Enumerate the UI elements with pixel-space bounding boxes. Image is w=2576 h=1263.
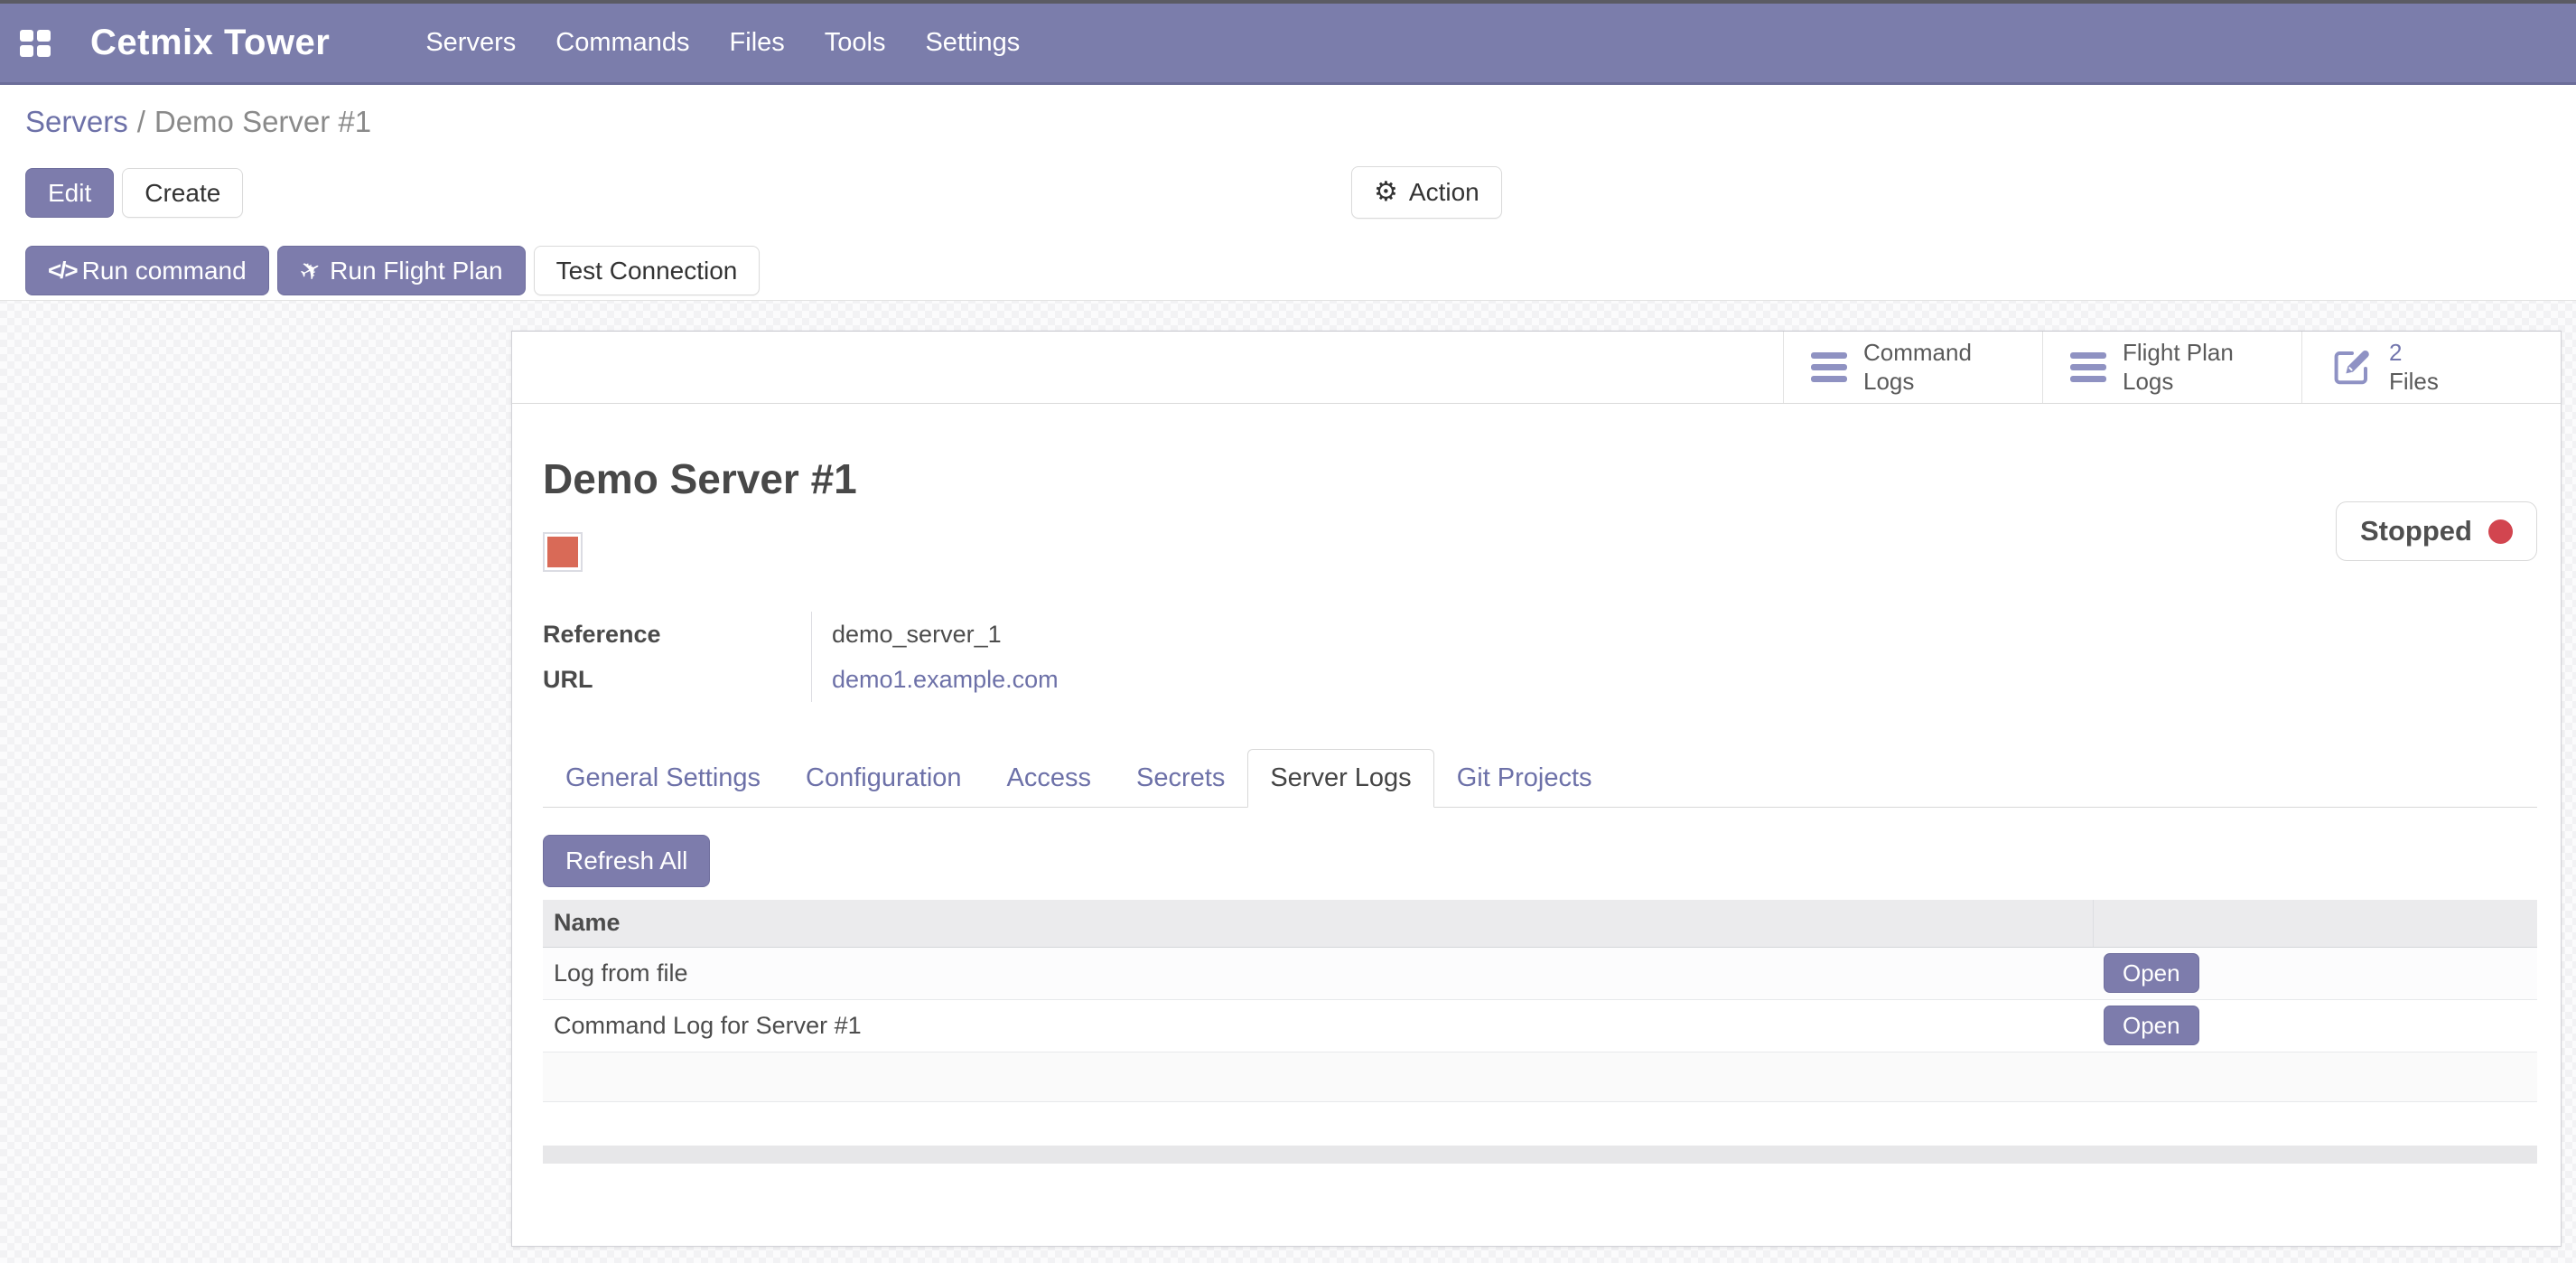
- log-name-cell[interactable]: Log from file: [543, 947, 2093, 999]
- breadcrumb: Servers / Demo Server #1: [25, 105, 371, 139]
- main-menu: Servers Commands Files Tools Settings: [425, 28, 1020, 58]
- menu-settings[interactable]: Settings: [925, 28, 1020, 58]
- apps-grid-icon[interactable]: [20, 30, 51, 57]
- stat-button-box: Command Logs Flight Plan Logs 2 Files: [512, 332, 2561, 404]
- pencil-square-icon: [2329, 346, 2373, 389]
- plane-icon: ✈: [294, 252, 326, 288]
- tab-git-projects[interactable]: Git Projects: [1434, 749, 1615, 808]
- status-stopped-dot-icon: [2488, 519, 2513, 544]
- gear-icon: ⚙: [1374, 179, 1398, 206]
- list-icon: [1811, 352, 1847, 382]
- server-logs-tab-content: Refresh All Name Log from file Open Comm…: [543, 808, 2537, 1164]
- list-icon: [2070, 352, 2106, 382]
- run-flight-plan-label: Run Flight Plan: [330, 257, 502, 285]
- form-sheet: Demo Server #1 Stopped Reference demo_se…: [512, 454, 2561, 1164]
- run-command-label: Run command: [82, 257, 247, 285]
- create-button[interactable]: Create: [122, 168, 243, 218]
- test-connection-button[interactable]: Test Connection: [534, 246, 761, 295]
- status-badge: Stopped: [2336, 501, 2537, 561]
- action-button[interactable]: ⚙ Action: [1351, 166, 1502, 219]
- tab-server-logs[interactable]: Server Logs: [1247, 749, 1433, 808]
- table-row[interactable]: Command Log for Server #1 Open: [543, 999, 2537, 1052]
- open-log-button[interactable]: Open: [2104, 953, 2199, 993]
- top-navbar: Cetmix Tower Servers Commands Files Tool…: [0, 4, 2576, 85]
- run-command-button[interactable]: </> Run command: [25, 246, 269, 295]
- files-label: 2 Files: [2389, 339, 2439, 395]
- url-field-label: URL: [543, 657, 811, 702]
- breadcrumb-servers-link[interactable]: Servers: [25, 105, 128, 138]
- tab-access[interactable]: Access: [985, 749, 1114, 808]
- server-title: Demo Server #1: [543, 454, 2537, 503]
- table-empty-row: [543, 1052, 2537, 1101]
- command-logs-label: Command Logs: [1863, 339, 1972, 395]
- notebook-tabs: General Settings Configuration Access Se…: [543, 749, 2537, 808]
- sheet-footer-bar: [543, 1146, 2537, 1164]
- menu-servers[interactable]: Servers: [425, 28, 516, 58]
- server-form-card: Command Logs Flight Plan Logs 2 Files: [511, 331, 2562, 1247]
- table-row[interactable]: Log from file Open: [543, 947, 2537, 999]
- reference-field-value: demo_server_1: [811, 612, 1498, 657]
- tab-general-settings[interactable]: General Settings: [543, 749, 783, 808]
- color-swatch: [543, 532, 583, 572]
- menu-tools[interactable]: Tools: [825, 28, 886, 58]
- log-name-cell[interactable]: Command Log for Server #1: [543, 999, 2093, 1052]
- record-buttons-row: Edit Create: [25, 168, 243, 218]
- field-group: Reference demo_server_1 URL demo1.exampl…: [543, 612, 2537, 702]
- status-label: Stopped: [2360, 515, 2472, 547]
- control-panel: Servers / Demo Server #1 Edit Create ⚙ Act…: [0, 85, 2576, 301]
- run-flight-plan-button[interactable]: ✈ Run Flight Plan: [277, 246, 526, 295]
- open-log-button[interactable]: Open: [2104, 1006, 2199, 1045]
- flight-plan-logs-label: Flight Plan Logs: [2123, 339, 2234, 395]
- url-field-value[interactable]: demo1.example.com: [811, 657, 1498, 702]
- breadcrumb-current: Demo Server #1: [154, 105, 371, 138]
- refresh-all-button[interactable]: Refresh All: [543, 835, 710, 887]
- menu-commands[interactable]: Commands: [555, 28, 689, 58]
- server-logs-table: Name Log from file Open Command Log for …: [543, 900, 2537, 1102]
- brand-title[interactable]: Cetmix Tower: [90, 23, 330, 63]
- server-action-buttons-row: </> Run command ✈ Run Flight Plan Test C…: [25, 246, 760, 295]
- command-logs-button[interactable]: Command Logs: [1783, 332, 2042, 403]
- reference-field-label: Reference: [543, 612, 811, 657]
- flight-plan-logs-button[interactable]: Flight Plan Logs: [2042, 332, 2301, 403]
- column-header-action: [2093, 900, 2537, 947]
- menu-files[interactable]: Files: [730, 28, 785, 58]
- tab-configuration[interactable]: Configuration: [783, 749, 985, 808]
- code-icon: </>: [48, 257, 77, 285]
- edit-button[interactable]: Edit: [25, 168, 114, 218]
- tab-secrets[interactable]: Secrets: [1114, 749, 1247, 808]
- breadcrumb-separator: /: [137, 105, 145, 138]
- files-button[interactable]: 2 Files: [2301, 332, 2561, 403]
- action-button-label: Action: [1409, 178, 1479, 207]
- column-header-name[interactable]: Name: [543, 900, 2093, 947]
